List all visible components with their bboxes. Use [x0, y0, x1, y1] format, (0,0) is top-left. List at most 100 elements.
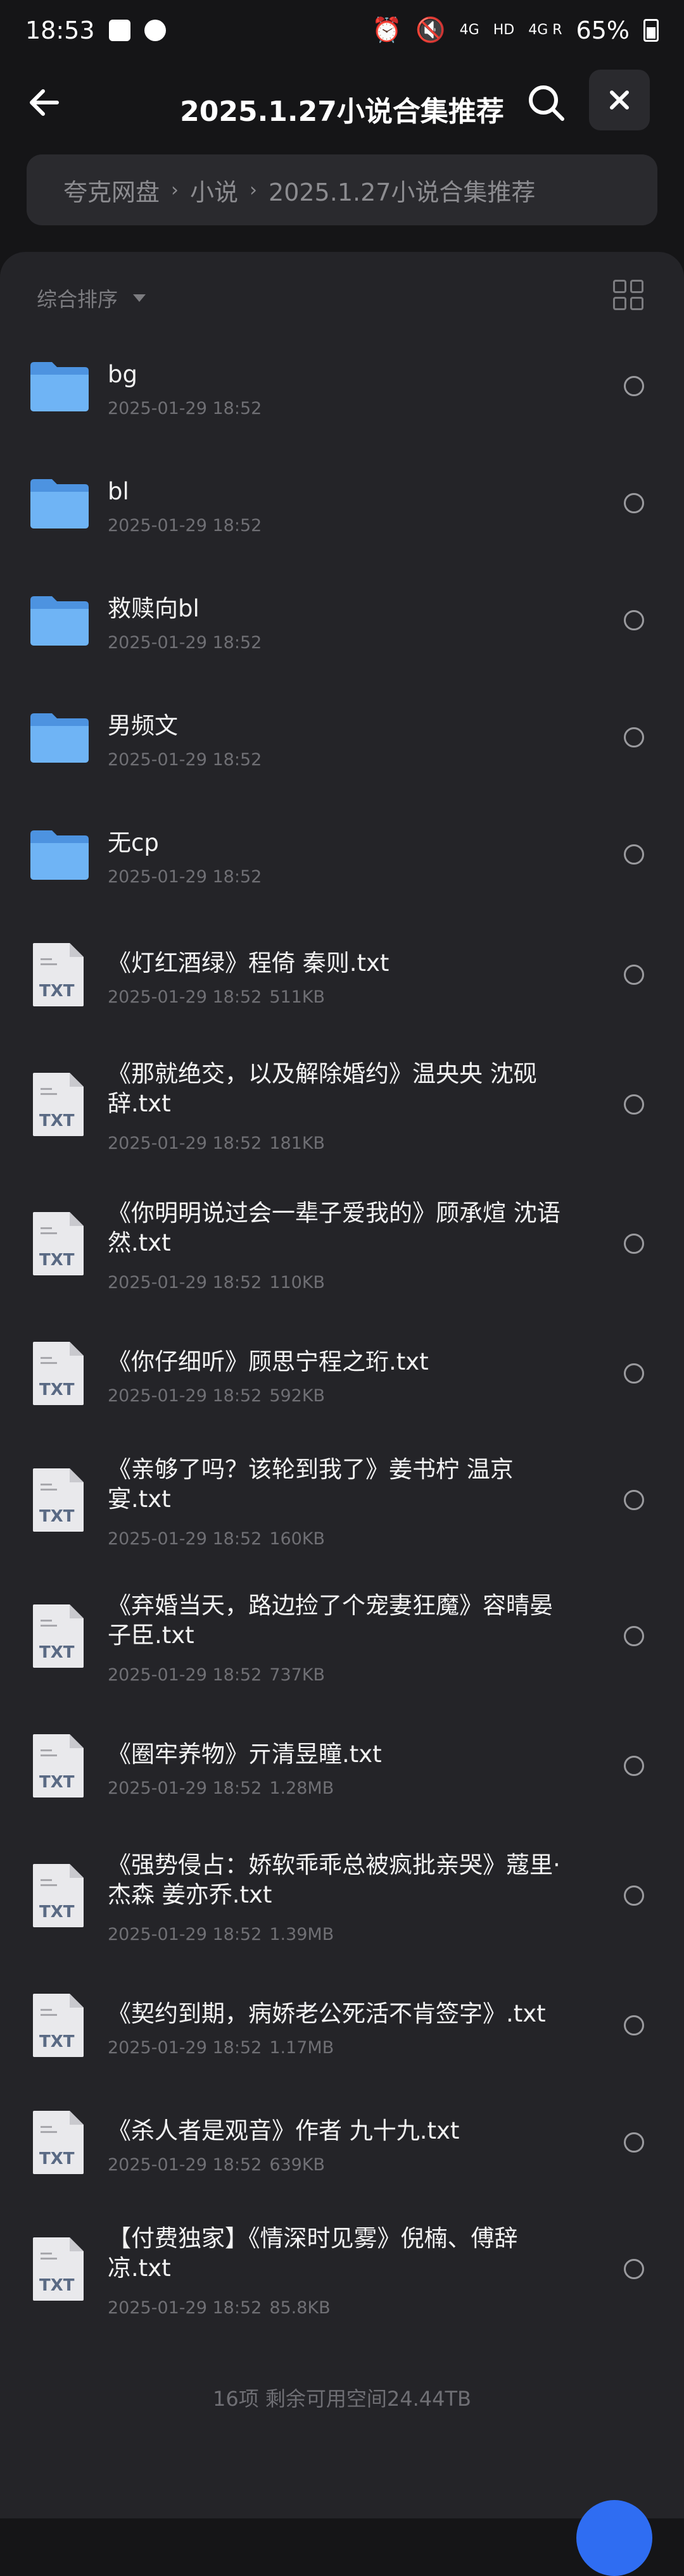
file-date: 2025-01-29 18:52	[108, 1665, 262, 1685]
file-meta: 2025-01-29 18:52 1.39MB	[108, 1925, 334, 1944]
folder-icon	[30, 596, 89, 646]
storage-summary: 16项 剩余可用空间24.44TB	[212, 2387, 471, 2411]
select-radio[interactable]	[624, 1885, 644, 1906]
file-date: 2025-01-29 18:52	[108, 2038, 262, 2058]
svg-text:TXT: TXT	[39, 2032, 75, 2051]
file-name: 救赎向bl	[108, 595, 200, 622]
txt-file-icon: TXT	[33, 2237, 84, 2301]
select-radio[interactable]	[624, 844, 644, 865]
file-name: 《强势侵占：娇软乖乖总被疯批亲哭》蔻里·杰森 姜亦乔.txt	[108, 1851, 560, 1908]
select-radio[interactable]	[624, 376, 644, 396]
file-date: 2025-01-29 18:52	[108, 2155, 262, 2175]
file-size: 1.39MB	[269, 1925, 334, 1944]
breadcrumb-current: 2025.1.27小说合集推荐	[269, 178, 536, 206]
file-name: bg	[108, 361, 137, 388]
header: 2025.1.27小说合集推荐	[0, 70, 684, 133]
svg-text:TXT: TXT	[39, 1773, 75, 1792]
txt-file-icon: TXT	[33, 1342, 84, 1405]
select-radio[interactable]	[624, 1094, 644, 1115]
file-size: 511KB	[269, 987, 326, 1007]
breadcrumb-root[interactable]: 夸克网盘	[63, 173, 160, 208]
file-meta: 2025-01-29 18:52	[108, 399, 262, 418]
select-radio[interactable]	[624, 2259, 644, 2279]
close-button[interactable]	[589, 70, 650, 130]
svg-text:TXT: TXT	[39, 982, 75, 1001]
file-name: 【付费独家】《情深时见雾》倪楠、傅辞凉.txt	[108, 2225, 518, 2282]
select-radio[interactable]	[624, 610, 644, 630]
file-meta: 2025-01-29 18:52	[108, 750, 262, 770]
select-radio[interactable]	[624, 965, 644, 985]
file-meta: 2025-01-29 18:52 110KB	[108, 1273, 325, 1292]
select-radio[interactable]	[624, 727, 644, 747]
sort-dropdown[interactable]: 综合排序	[37, 284, 146, 313]
file-name: bl	[108, 478, 129, 505]
svg-text:TXT: TXT	[39, 2276, 75, 2295]
folder-icon	[30, 830, 89, 880]
file-meta: 2025-01-29 18:52	[108, 867, 262, 887]
select-radio[interactable]	[624, 493, 644, 513]
file-date: 2025-01-29 18:52	[108, 1529, 262, 1549]
file-meta: 2025-01-29 18:52 1.17MB	[108, 2038, 334, 2058]
file-meta: 2025-01-29 18:52	[108, 633, 262, 653]
file-list-panel: 综合排序	[0, 252, 684, 2518]
select-radio[interactable]	[624, 1756, 644, 1776]
file-size: 639KB	[269, 2155, 326, 2175]
svg-text:TXT: TXT	[39, 1903, 75, 1922]
select-radio[interactable]	[624, 2015, 644, 2035]
search-button[interactable]	[526, 82, 567, 124]
txt-file-icon: TXT	[33, 1604, 84, 1668]
file-date: 2025-01-29 18:52	[108, 867, 262, 887]
file-name: 《你仔细听》顾思宁程之珩.txt	[108, 1348, 429, 1375]
grid-view-icon[interactable]	[613, 280, 643, 310]
file-meta: 2025-01-29 18:52 1.28MB	[108, 1779, 334, 1798]
file-size: 592KB	[269, 1386, 326, 1406]
file-name: 《弃婚当天，路边捡了个宠妻狂魔》容晴晏子臣.txt	[108, 1592, 553, 1649]
gallery-notification-icon	[108, 19, 130, 41]
file-meta: 2025-01-29 18:52 592KB	[108, 1386, 325, 1406]
folder-icon	[30, 713, 89, 763]
txt-file-icon: TXT	[33, 943, 84, 1006]
svg-text:TXT: TXT	[39, 1111, 75, 1130]
upload-fab-button[interactable]	[576, 2500, 652, 2576]
search-icon	[529, 85, 564, 121]
chevron-right-icon: ›	[171, 178, 179, 201]
file-size: 1.28MB	[269, 1779, 334, 1798]
file-date: 2025-01-29 18:52	[108, 1273, 262, 1292]
txt-file-icon: TXT	[33, 1212, 84, 1275]
file-date: 2025-01-29 18:52	[108, 1134, 262, 1153]
txt-file-icon: TXT	[33, 1073, 84, 1136]
file-meta: 2025-01-29 18:52 160KB	[108, 1529, 325, 1549]
txt-file-icon: TXT	[33, 1994, 84, 2057]
select-radio[interactable]	[624, 1363, 644, 1384]
txt-file-icon: TXT	[33, 2111, 84, 2174]
file-name: 《那就绝交，以及解除婚约》温央央 沈砚辞.txt	[108, 1060, 537, 1117]
breadcrumb: 夸克网盘 › 小说 › 2025.1.27小说合集推荐	[27, 154, 657, 225]
select-radio[interactable]	[624, 1490, 644, 1510]
file-date: 2025-01-29 18:52	[108, 987, 262, 1007]
hd-label: HD	[493, 22, 515, 38]
file-name: 男频文	[108, 712, 178, 739]
close-icon	[610, 91, 629, 109]
file-name: 《契约到期，病娇老公死活不肯签字》.txt	[108, 2000, 546, 2027]
file-size: 160KB	[269, 1529, 326, 1549]
file-meta: 2025-01-29 18:52 511KB	[108, 987, 325, 1007]
file-name: 《杀人者是观音》作者 九十九.txt	[108, 2117, 460, 2144]
breadcrumb-folder[interactable]: 小说	[190, 173, 238, 208]
select-radio[interactable]	[624, 1234, 644, 1254]
svg-text:TXT: TXT	[39, 1380, 75, 1399]
cloud-notification-icon	[144, 19, 166, 41]
txt-file-icon: TXT	[33, 1468, 84, 1532]
select-radio[interactable]	[624, 2132, 644, 2153]
chevron-right-icon: ›	[250, 178, 258, 201]
alarm-icon: ⏰	[372, 16, 402, 44]
select-radio[interactable]	[624, 1626, 644, 1646]
txt-file-icon: TXT	[33, 1864, 84, 1927]
file-name: 《亲够了吗？该轮到我了》姜书柠 温京宴.txt	[108, 1456, 514, 1513]
file-size: 181KB	[269, 1134, 326, 1153]
file-date: 2025-01-29 18:52	[108, 516, 262, 535]
file-meta: 2025-01-29 18:52 639KB	[108, 2155, 325, 2175]
file-meta: 2025-01-29 18:52 85.8KB	[108, 2298, 331, 2318]
wifi-network-label: 4G	[459, 22, 479, 38]
file-date: 2025-01-29 18:52	[108, 750, 262, 770]
svg-text:TXT: TXT	[39, 1507, 75, 1526]
